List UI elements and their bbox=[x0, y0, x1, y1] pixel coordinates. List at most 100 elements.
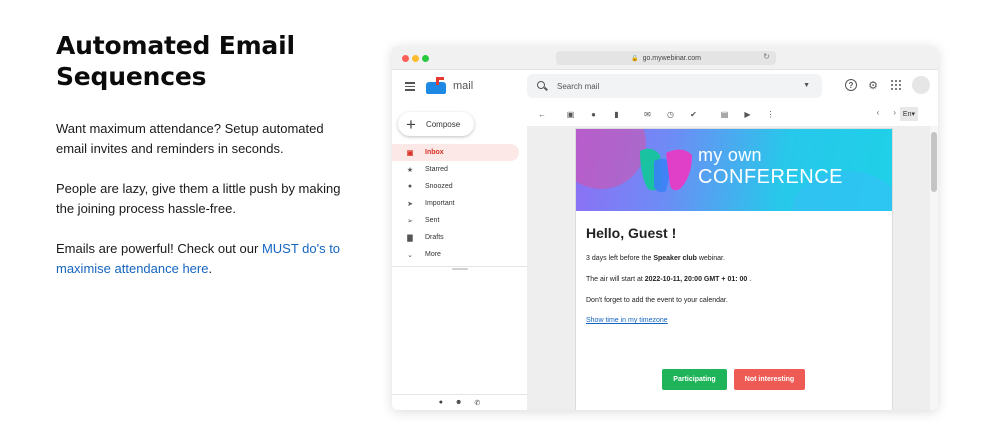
sidebar-item-sent[interactable]: ➢ Sent bbox=[392, 212, 519, 229]
countdown-prefix: 3 days left before the bbox=[586, 255, 654, 262]
language-value: En bbox=[902, 110, 912, 118]
address-bar[interactable]: 🔒 go.mywebinar.com ↻ bbox=[556, 51, 776, 65]
search-icon[interactable] bbox=[537, 81, 547, 91]
send-icon: ➢ bbox=[407, 217, 413, 225]
countdown-suffix: webinar. bbox=[696, 255, 725, 262]
powerful-paragraph: Emails are powerful! Check out our MUST … bbox=[56, 239, 356, 279]
sidebar-item-label: Starred bbox=[425, 166, 448, 173]
banner-title-line-2: CONFERENCE bbox=[698, 166, 844, 188]
chevron-down-icon: ⌄ bbox=[407, 251, 413, 259]
page-title: Automated Email Sequences bbox=[56, 30, 356, 92]
sidebar-item-important[interactable]: ➤ Important bbox=[392, 195, 519, 212]
contacts-icon[interactable]: ● bbox=[439, 399, 443, 406]
menu-icon[interactable] bbox=[405, 82, 415, 93]
lock-icon: 🔒 bbox=[631, 55, 639, 62]
reload-icon[interactable]: ↻ bbox=[763, 52, 770, 61]
report-spam-icon[interactable]: ● bbox=[582, 110, 605, 119]
sidebar-item-label: Drafts bbox=[425, 234, 444, 241]
mail-header: mail Search mail ▼ ? ⚙ bbox=[392, 70, 938, 102]
maximize-window-dot[interactable] bbox=[422, 55, 429, 62]
plus-icon: + bbox=[406, 114, 416, 134]
reading-scrollbar[interactable] bbox=[930, 126, 938, 410]
language-select[interactable]: En ▾ bbox=[899, 107, 918, 121]
app-name: mail bbox=[453, 80, 474, 92]
move-to-icon[interactable]: ▤ bbox=[713, 110, 736, 119]
avatar[interactable] bbox=[912, 76, 930, 94]
mail-nav: ▣ Inbox ★ Starred ● Snoozed ➤ Important … bbox=[392, 144, 519, 263]
webinar-name: Speaker club bbox=[653, 255, 697, 262]
start-prefix: The air will start at bbox=[586, 276, 645, 283]
email-start-time-line: The air will start at 2022-10-11, 20:00 … bbox=[586, 276, 882, 283]
snooze-icon[interactable]: ◷ bbox=[659, 110, 682, 119]
search-bar[interactable]: Search mail ▼ bbox=[527, 74, 822, 98]
title-line-1: Automated Email bbox=[56, 31, 295, 60]
timezone-link[interactable]: Show time in my timezone bbox=[586, 317, 668, 324]
mail-sidebar: + Compose ▣ Inbox ★ Starred ● Snoozed ➤ … bbox=[392, 102, 527, 410]
address-url: go.mywebinar.com bbox=[642, 54, 701, 62]
intro-paragraph: Want maximum attendance? Setup automated… bbox=[56, 121, 324, 156]
minimize-window-dot[interactable] bbox=[412, 55, 419, 62]
not-interesting-button[interactable]: Not interesting bbox=[734, 369, 805, 390]
sidebar-divider bbox=[392, 266, 527, 267]
star-icon: ★ bbox=[406, 166, 414, 174]
participating-button[interactable]: Participating bbox=[662, 369, 727, 390]
sidebar-resize-handle[interactable] bbox=[452, 268, 468, 270]
conference-logo-icon bbox=[640, 148, 692, 193]
gear-icon[interactable]: ⚙ bbox=[866, 78, 880, 92]
browser-chrome: 🔒 go.mywebinar.com ↻ bbox=[392, 46, 938, 70]
important-icon: ➤ bbox=[407, 200, 413, 208]
title-line-2: Sequences bbox=[56, 62, 207, 91]
sidebar-item-label: Snoozed bbox=[425, 183, 453, 190]
phone-icon[interactable]: ✆ bbox=[474, 399, 480, 407]
sidebar-item-drafts[interactable]: ▇ Drafts bbox=[392, 229, 519, 246]
compose-button[interactable]: + Compose bbox=[398, 112, 474, 136]
sidebar-item-snoozed[interactable]: ● Snoozed bbox=[392, 178, 519, 195]
draft-icon: ▇ bbox=[407, 234, 413, 242]
browser-window: 🔒 go.mywebinar.com ↻ mail Search mail ▼ … bbox=[392, 46, 938, 410]
inbox-icon: ▣ bbox=[406, 149, 414, 157]
email-greeting: Hello, Guest ! bbox=[586, 225, 677, 241]
start-datetime: 2022-10-11, 20:00 GMT + 01: 00 bbox=[644, 276, 748, 283]
powerful-suffix: . bbox=[208, 261, 213, 276]
mailbox-logo-icon[interactable] bbox=[426, 77, 448, 95]
close-window-dot[interactable] bbox=[402, 55, 409, 62]
email-countdown-line: 3 days left before the Speaker club webi… bbox=[586, 255, 882, 262]
archive-icon[interactable]: ▣ bbox=[559, 110, 582, 119]
rsvp-buttons: Participating Not interesting bbox=[662, 369, 805, 390]
clock-icon: ● bbox=[407, 183, 413, 190]
mark-unread-icon[interactable]: ✉ bbox=[636, 110, 659, 119]
scrollbar-thumb[interactable] bbox=[931, 132, 937, 192]
pager: ‹ › bbox=[877, 108, 896, 117]
next-page-icon[interactable]: › bbox=[893, 108, 896, 117]
email-body: Hello, Guest ! 3 days left before the Sp… bbox=[576, 211, 892, 327]
sidebar-item-label: More bbox=[425, 251, 441, 258]
start-suffix: . bbox=[747, 276, 752, 283]
compose-label: Compose bbox=[425, 119, 461, 129]
sidebar-item-label: Sent bbox=[425, 217, 440, 224]
back-arrow-icon[interactable]: ← bbox=[533, 110, 551, 119]
emoji-icon[interactable]: ☻ bbox=[455, 399, 462, 406]
trash-icon[interactable]: ▮ bbox=[605, 110, 628, 119]
more-options-icon[interactable]: ⋮ bbox=[759, 110, 782, 119]
sidebar-item-label: Important bbox=[425, 200, 455, 207]
label-icon[interactable]: ▶ bbox=[736, 110, 759, 119]
sidebar-item-starred[interactable]: ★ Starred bbox=[392, 161, 519, 178]
search-options-icon[interactable]: ▼ bbox=[803, 82, 810, 89]
prev-page-icon[interactable]: ‹ bbox=[877, 108, 880, 117]
sidebar-item-inbox[interactable]: ▣ Inbox bbox=[392, 144, 519, 161]
email-calendar-reminder: Don't forget to add the event to your ca… bbox=[586, 297, 728, 304]
powerful-text: Emails are powerful! Check out our bbox=[56, 241, 262, 256]
marketing-copy: Automated Email Sequences Want maximum a… bbox=[56, 30, 356, 279]
sidebar-item-label: Inbox bbox=[425, 149, 444, 156]
search-input[interactable]: Search mail bbox=[557, 82, 599, 91]
add-task-icon[interactable]: ✔ bbox=[682, 110, 705, 119]
apps-grid-icon[interactable] bbox=[889, 78, 903, 92]
help-icon[interactable]: ? bbox=[845, 79, 857, 91]
sidebar-footer: ● ☻ ✆ bbox=[392, 394, 527, 410]
banner-title-line-1: my own bbox=[698, 145, 762, 165]
email-message: my own CONFERENCE Hello, Guest ! 3 days … bbox=[575, 128, 893, 410]
sidebar-item-more[interactable]: ⌄ More bbox=[392, 246, 519, 263]
push-paragraph: People are lazy, give them a little push… bbox=[56, 181, 341, 216]
header-actions: ? ⚙ bbox=[845, 76, 930, 94]
reading-pane: my own CONFERENCE Hello, Guest ! 3 days … bbox=[527, 126, 938, 410]
